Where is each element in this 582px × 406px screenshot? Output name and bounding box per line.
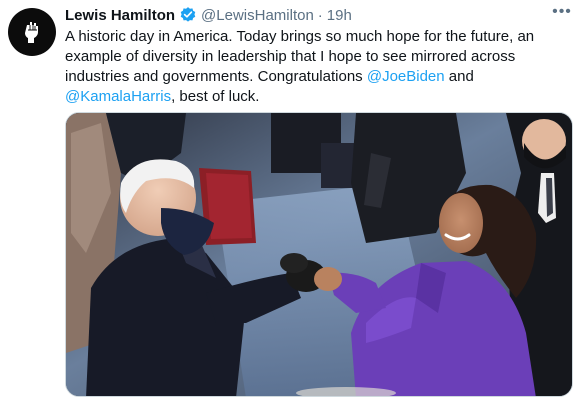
tweet-header: Lewis Hamilton @LewisHamilton · 19h xyxy=(65,5,352,25)
raised-fist-icon xyxy=(25,22,38,43)
tweet-card[interactable]: Lewis Hamilton @LewisHamilton · 19h ••• … xyxy=(0,0,582,406)
more-options-icon[interactable]: ••• xyxy=(548,2,576,22)
author-handle[interactable]: @LewisHamilton xyxy=(201,7,314,24)
mention-link[interactable]: @JoeBiden xyxy=(367,68,445,85)
tweet-text-part: , best of luck. xyxy=(171,88,260,105)
tweet-photo[interactable] xyxy=(65,112,573,397)
separator-dot: · xyxy=(317,6,323,24)
tweet-text: A historic day in America. Today brings … xyxy=(65,27,565,107)
author-name[interactable]: Lewis Hamilton xyxy=(65,7,175,24)
tweet-text-part: and xyxy=(444,68,474,85)
mention-link[interactable]: @KamalaHarris xyxy=(65,88,171,105)
verified-badge-icon xyxy=(180,7,196,22)
avatar[interactable] xyxy=(8,8,56,56)
timestamp[interactable]: 19h xyxy=(327,7,352,24)
inauguration-photo xyxy=(66,113,572,396)
